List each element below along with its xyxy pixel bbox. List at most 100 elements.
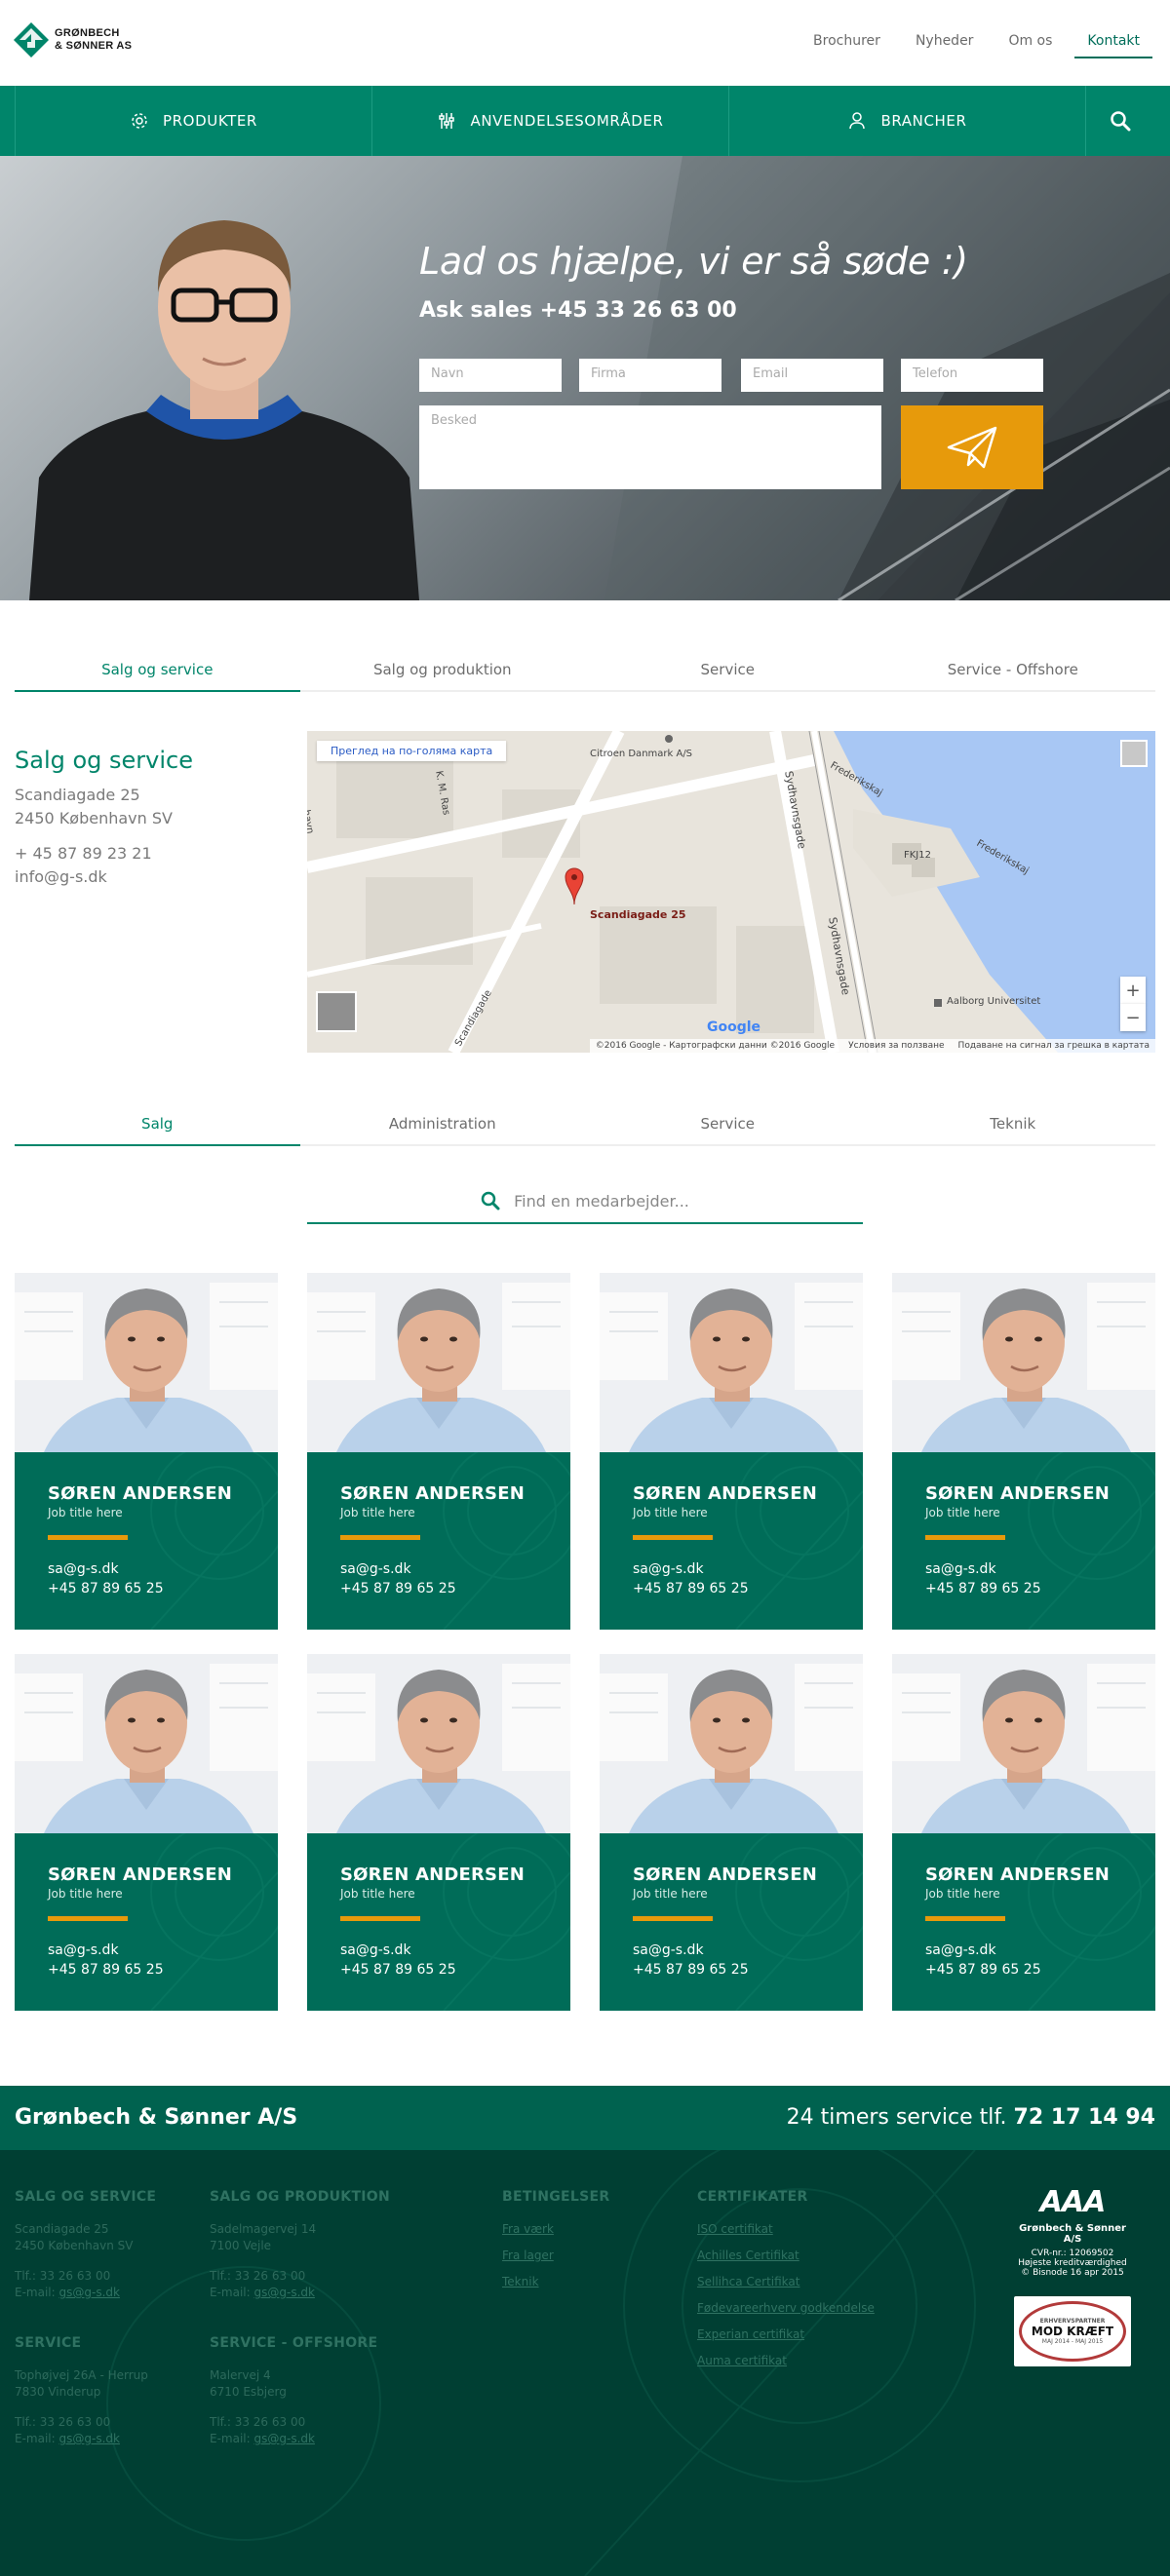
staff-job-title: Job title here: [633, 1506, 708, 1519]
map-zoom-out-button[interactable]: −: [1120, 1004, 1146, 1031]
footer-link-fra-vaerk[interactable]: Fra værk: [502, 2221, 678, 2238]
footer-phone: Tlf.: 33 26 63 00: [210, 2415, 306, 2429]
staff-phone[interactable]: +45 87 89 65 25: [633, 1579, 830, 1598]
footer-link-achilles[interactable]: Achilles Certifikat: [697, 2248, 951, 2264]
footer-col-title: BETINGELSER: [502, 2189, 610, 2205]
top-nav-kontakt[interactable]: Kontakt: [1074, 33, 1152, 58]
footer-top: Grønbech & Sønner A/S 24 timers service …: [0, 2086, 1170, 2150]
name-field[interactable]: Navn: [419, 359, 562, 392]
email-field[interactable]: Email: [741, 359, 883, 392]
footer-col-title: CERTIFIKATER: [697, 2189, 808, 2205]
staff-phone[interactable]: +45 87 89 65 25: [48, 1960, 245, 1980]
staff-photo: [15, 1273, 278, 1452]
search-button[interactable]: [1085, 86, 1153, 156]
map-zoom-in-button[interactable]: +: [1120, 977, 1146, 1004]
staff-name: SØREN ANDERSEN: [340, 1483, 525, 1504]
mod-kraeft-partner-badge[interactable]: ERHVERVSPARTNER MOD KRÆFT MAJ 2014 - MAJ…: [1014, 2296, 1131, 2366]
logo[interactable]: GRØNBECH & SØNNER AS: [14, 22, 132, 58]
aaa-cvr: CVR-nr.: 12069502: [1031, 2249, 1114, 2258]
staff-card[interactable]: SØREN ANDERSEN Job title here sa@g-s.dk …: [892, 1654, 1155, 2011]
staff-card[interactable]: SØREN ANDERSEN Job title here sa@g-s.dk …: [307, 1273, 570, 1630]
address-phone[interactable]: + 45 87 89 23 21: [15, 842, 278, 865]
staff-email[interactable]: sa@g-s.dk: [633, 1941, 830, 1960]
top-nav-brochurer[interactable]: Brochurer: [800, 33, 893, 58]
staff-card[interactable]: SØREN ANDERSEN Job title here sa@g-s.dk …: [15, 1273, 278, 1630]
staff-card[interactable]: SØREN ANDERSEN Job title here sa@g-s.dk …: [892, 1273, 1155, 1630]
tab-administration[interactable]: Administration: [300, 1097, 586, 1144]
main-nav-brancher[interactable]: BRANCHER: [728, 86, 1085, 156]
map-report-link[interactable]: Подаване на сигнал за грешка в картата: [958, 1041, 1150, 1051]
sales-person-photo: [29, 220, 419, 600]
footer-col-title: SALG OG PRODUKTION: [210, 2189, 391, 2205]
message-field[interactable]: Besked: [419, 405, 881, 489]
staff-email[interactable]: sa@g-s.dk: [340, 1559, 537, 1579]
footer-street: Malervej 4: [210, 2368, 271, 2382]
footer-link-teknik[interactable]: Teknik: [502, 2274, 678, 2290]
staff-phone[interactable]: +45 87 89 65 25: [633, 1960, 830, 1980]
send-button[interactable]: [901, 405, 1043, 489]
staff-email[interactable]: sa@g-s.dk: [925, 1941, 1122, 1960]
footer-email-link[interactable]: gs@g-s.dk: [254, 2286, 315, 2299]
aaa-rating-badge[interactable]: AAA Grønbech & Sønner A/S CVR-nr.: 12069…: [1010, 2185, 1135, 2278]
footer-email-line: E-mail: gs@g-s.dk: [210, 2431, 444, 2447]
phone-field[interactable]: Telefon: [901, 359, 1043, 392]
tab-service[interactable]: Service: [585, 643, 871, 690]
main-nav-anvendelsesomraader[interactable]: ANVENDELSESOMRÅDER: [371, 86, 728, 156]
footer-link-auma[interactable]: Auma certifikat: [697, 2353, 951, 2369]
map-view-larger-link[interactable]: Преглед на по-голяма карта: [317, 741, 507, 761]
tab-service-offshore[interactable]: Service - Offshore: [871, 643, 1156, 690]
company-field[interactable]: Firma: [579, 359, 722, 392]
staff-phone[interactable]: +45 87 89 65 25: [925, 1960, 1122, 1980]
tab-teknik[interactable]: Teknik: [871, 1097, 1156, 1144]
staff-phone[interactable]: +45 87 89 65 25: [340, 1579, 537, 1598]
footer-link-iso[interactable]: ISO certifikat: [697, 2221, 951, 2238]
footer-email-link[interactable]: gs@g-s.dk: [59, 2286, 120, 2299]
map-terms-link[interactable]: Условия за ползване: [848, 1041, 944, 1051]
staff-card[interactable]: SØREN ANDERSEN Job title here sa@g-s.dk …: [600, 1273, 863, 1630]
staff-photo-image: [15, 1654, 278, 1833]
employee-search-input[interactable]: Find en medarbejder...: [307, 1179, 863, 1224]
staff-email[interactable]: sa@g-s.dk: [633, 1559, 830, 1579]
map-marker-label: Scandiagade 25: [590, 908, 686, 921]
footer-phone: Tlf.: 33 26 63 00: [15, 2269, 111, 2283]
staff-phone[interactable]: +45 87 89 65 25: [925, 1579, 1122, 1598]
footer-link-experian[interactable]: Experian certifikat: [697, 2326, 951, 2343]
staff-email[interactable]: sa@g-s.dk: [340, 1941, 537, 1960]
map-footer: ©2016 Google - Картографски данни ©2016 …: [589, 1039, 1155, 1053]
accent-bar: [633, 1916, 713, 1921]
staff-info: SØREN ANDERSEN Job title here sa@g-s.dk …: [892, 1833, 1155, 2011]
sliders-icon: [439, 113, 455, 129]
footer-link-sellihca[interactable]: Sellihca Certifikat: [697, 2274, 951, 2290]
footer-email-label: E-mail:: [210, 2432, 251, 2445]
staff-email[interactable]: sa@g-s.dk: [925, 1559, 1122, 1579]
staff-card[interactable]: SØREN ANDERSEN Job title here sa@g-s.dk …: [307, 1654, 570, 2011]
google-map[interactable]: Преглед на по-голяма карта Scandiagade 2…: [307, 731, 1155, 1053]
address-city: 2450 København SV: [15, 809, 173, 827]
tab-salg-og-service[interactable]: Salg og service: [15, 643, 300, 692]
main-nav-produkter[interactable]: PRODUKTER: [15, 86, 371, 156]
top-nav-nyheder[interactable]: Nyheder: [903, 33, 987, 58]
footer-email-line: E-mail: gs@g-s.dk: [15, 2431, 200, 2447]
staff-email[interactable]: sa@g-s.dk: [48, 1559, 245, 1579]
tab-salg[interactable]: Salg: [15, 1097, 300, 1146]
staff-tabs: Salg Administration Service Teknik: [15, 1097, 1155, 1146]
address-email[interactable]: info@g-s.dk: [15, 865, 278, 889]
footer-email-link[interactable]: gs@g-s.dk: [254, 2432, 315, 2445]
staff-phone[interactable]: +45 87 89 65 25: [340, 1960, 537, 1980]
footer-link-fra-lager[interactable]: Fra lager: [502, 2248, 678, 2264]
staff-job-title: Job title here: [925, 1506, 1000, 1519]
footer-service-phone[interactable]: 24 timers service tlf. 72 17 14 94: [787, 2105, 1155, 2130]
footer-email-link[interactable]: gs@g-s.dk: [59, 2432, 120, 2445]
tab-service[interactable]: Service: [585, 1097, 871, 1144]
footer-email-label: E-mail:: [15, 2286, 56, 2299]
footer-phone-number: 72 17 14 94: [1013, 2105, 1155, 2130]
map-place-label: Aalborg Universitet: [947, 996, 1041, 1007]
staff-card[interactable]: SØREN ANDERSEN Job title here sa@g-s.dk …: [600, 1654, 863, 2011]
footer-link-foedevare[interactable]: Fødevareerhverv godkendelse: [697, 2300, 951, 2317]
staff-phone[interactable]: +45 87 89 65 25: [48, 1579, 245, 1598]
staff-email[interactable]: sa@g-s.dk: [48, 1941, 245, 1960]
top-nav-om-os[interactable]: Om os: [995, 33, 1065, 58]
staff-card[interactable]: SØREN ANDERSEN Job title here sa@g-s.dk …: [15, 1654, 278, 2011]
tab-salg-og-produktion[interactable]: Salg og produktion: [300, 643, 586, 690]
partner-line-2: MOD KRÆFT: [1031, 2325, 1114, 2338]
